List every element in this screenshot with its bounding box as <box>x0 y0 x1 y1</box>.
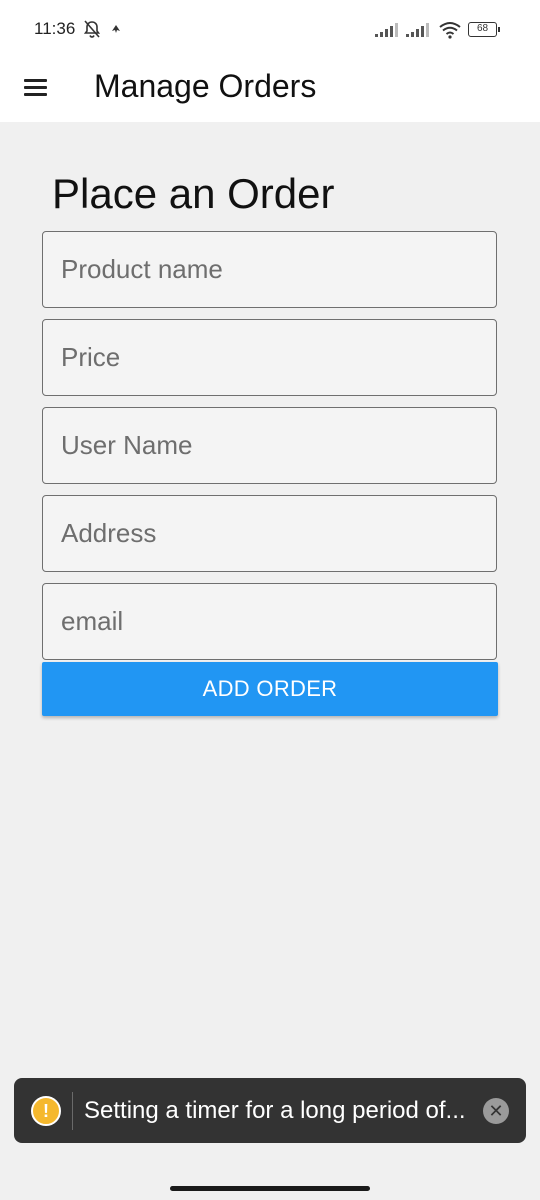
signal-icon <box>375 23 398 37</box>
wifi-icon <box>439 22 461 39</box>
signal-icon <box>406 23 429 37</box>
page-title: Manage Orders <box>94 68 317 104</box>
status-time: 11:36 <box>34 19 76 38</box>
address-input[interactable] <box>43 496 496 571</box>
battery-tip <box>498 27 500 32</box>
toast-divider <box>72 1092 73 1130</box>
price-field[interactable] <box>42 319 497 396</box>
address-field[interactable] <box>42 495 497 572</box>
email-input[interactable] <box>43 584 496 659</box>
product-name-field[interactable] <box>42 231 497 308</box>
charging-arrow-icon <box>112 25 120 33</box>
user-name-field[interactable] <box>42 407 497 484</box>
app-bar: Manage Orders <box>0 60 540 122</box>
battery-icon: 68 <box>468 22 497 37</box>
hamburger-menu-icon[interactable] <box>16 68 56 108</box>
status-bar: 11:36 68 <box>0 0 540 60</box>
price-input[interactable] <box>43 320 496 395</box>
battery-level: 68 <box>476 23 489 34</box>
add-order-button[interactable]: ADD ORDER <box>42 662 498 716</box>
toast-message: Setting a timer for a long period of... <box>84 1097 466 1124</box>
bell-off-icon <box>83 20 101 38</box>
warning-icon: ! <box>31 1096 61 1126</box>
form-title: Place an Order <box>52 170 335 217</box>
close-icon[interactable]: ✕ <box>483 1098 509 1124</box>
user-name-input[interactable] <box>43 408 496 483</box>
warning-toast[interactable]: ! Setting a timer for a long period of..… <box>14 1078 526 1143</box>
home-indicator[interactable] <box>170 1186 370 1191</box>
product-name-input[interactable] <box>43 232 496 307</box>
email-field[interactable] <box>42 583 497 660</box>
